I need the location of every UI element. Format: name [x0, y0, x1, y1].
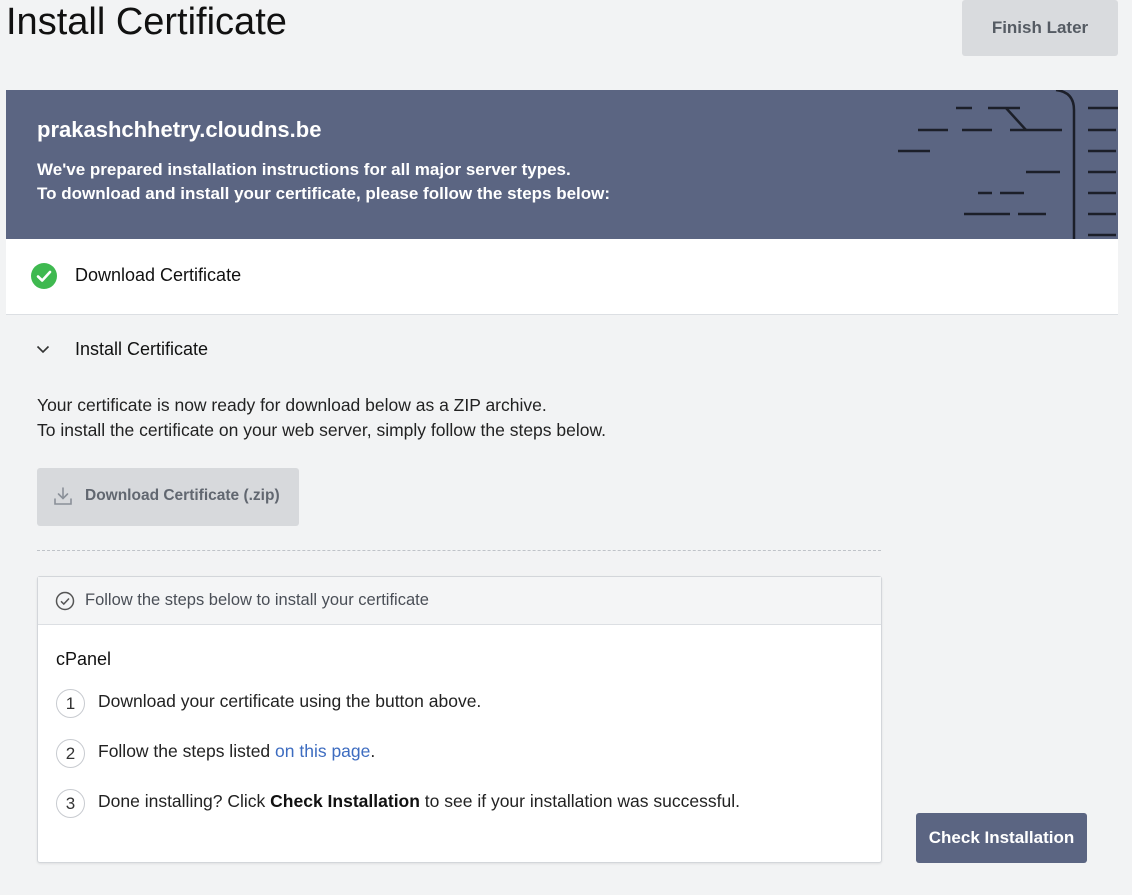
- on-this-page-link[interactable]: on this page: [275, 741, 370, 761]
- step-install-label[interactable]: Install Certificate: [75, 339, 208, 360]
- step-download-certificate[interactable]: Download Certificate: [6, 239, 1118, 315]
- banner-line-2: To download and install your certificate…: [37, 184, 611, 203]
- step-number: 1: [56, 689, 85, 718]
- install-description-line-2: To install the certificate on your web s…: [37, 420, 607, 440]
- banner: prakashchhetry.cloudns.be We've prepared…: [6, 90, 1118, 239]
- finish-later-button[interactable]: Finish Later: [962, 0, 1118, 56]
- check-circle-outline-icon: [55, 591, 75, 611]
- banner-decoration-icon: [898, 90, 1118, 239]
- step-text: Follow the steps listed on this page.: [98, 741, 376, 761]
- step-download-label: Download Certificate: [75, 265, 242, 285]
- check-installation-button[interactable]: Check Installation: [916, 813, 1087, 863]
- check-circle-icon: [31, 263, 57, 289]
- step-number: 3: [56, 789, 85, 818]
- step-install-certificate: Install Certificate Your certificate is …: [6, 315, 1118, 895]
- divider: [37, 550, 881, 551]
- download-icon: [54, 487, 72, 505]
- banner-line-1: We've prepared installation instructions…: [37, 160, 571, 179]
- download-zip-label: Download Certificate (.zip): [85, 487, 280, 504]
- step-text: Download your certificate using the butt…: [98, 691, 482, 711]
- instructions-header: Follow the steps below to install your c…: [38, 577, 881, 625]
- step-text: Done installing? Click Check Installatio…: [98, 791, 740, 811]
- step-number: 2: [56, 739, 85, 768]
- platform-name: cPanel: [56, 649, 112, 669]
- check-installation-emphasis: Check Installation: [270, 791, 420, 811]
- domain-name: prakashchhetry.cloudns.be: [37, 117, 322, 142]
- chevron-down-icon[interactable]: [36, 344, 50, 354]
- download-zip-button[interactable]: Download Certificate (.zip): [37, 468, 299, 526]
- instructions-header-label: Follow the steps below to install your c…: [85, 591, 429, 609]
- certificate-card: prakashchhetry.cloudns.be We've prepared…: [6, 90, 1118, 890]
- instructions-panel: Follow the steps below to install your c…: [37, 576, 882, 863]
- install-description-line-1: Your certificate is now ready for downlo…: [37, 395, 547, 415]
- page-title: Install Certificate: [6, 1, 287, 43]
